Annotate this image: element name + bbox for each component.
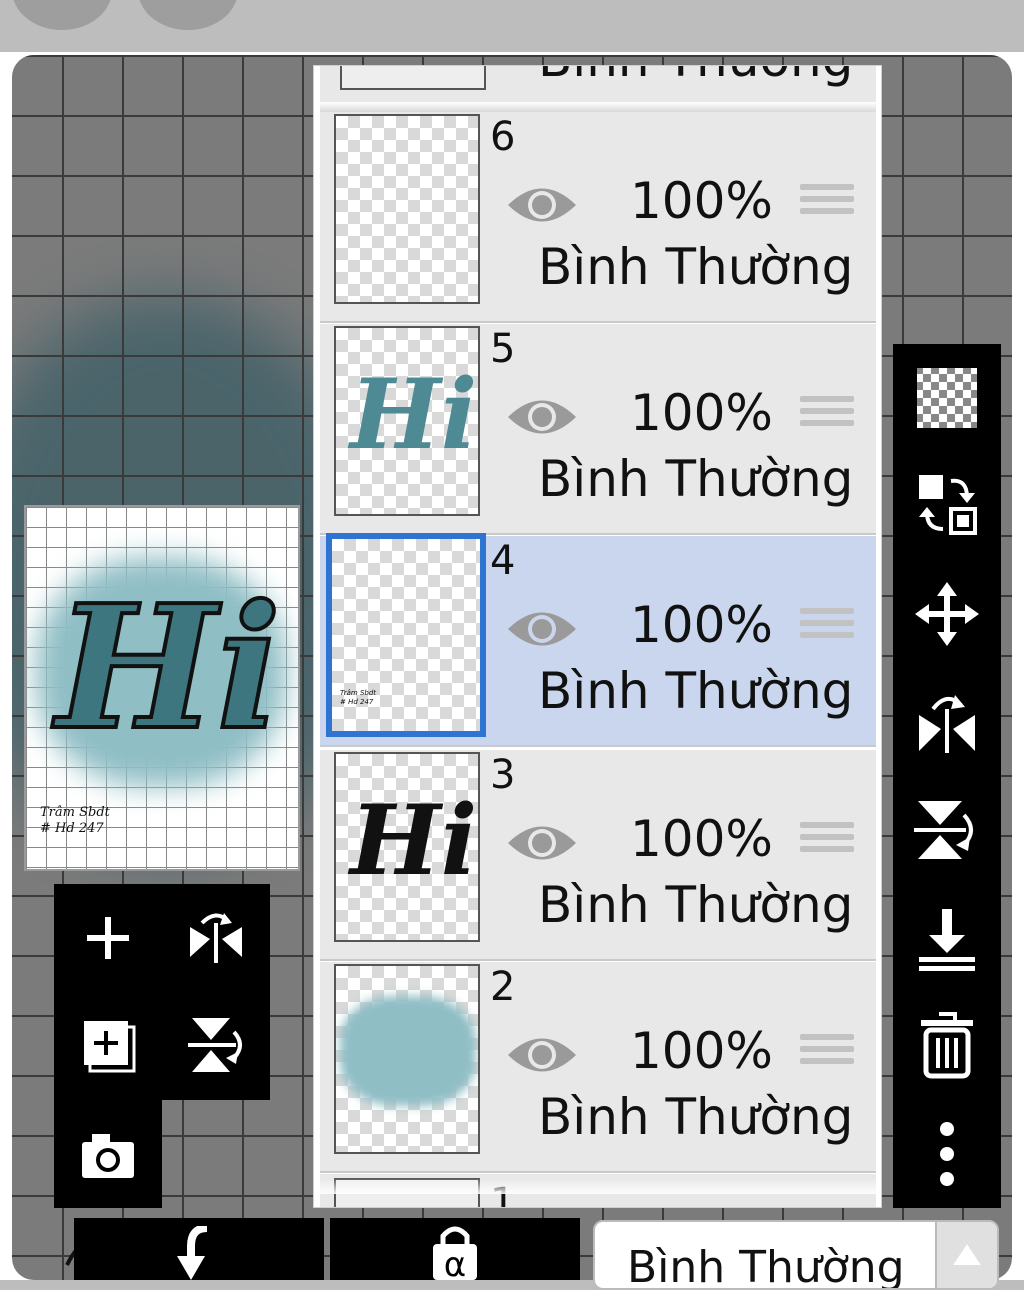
layer-blend-mode: Bình Thường: [538, 1088, 854, 1146]
layer-opacity[interactable]: 100%: [630, 810, 773, 868]
layers-panel: Bình Thường 6 100% Bình Thường Hi 5 100%…: [313, 65, 882, 1208]
flip-horizontal-button-right[interactable]: [907, 682, 987, 762]
alpha-lock-icon: α: [433, 1226, 477, 1280]
clipping-button[interactable]: [74, 1218, 324, 1280]
trash-icon: [921, 1012, 973, 1079]
svg-text:α: α: [444, 1245, 466, 1280]
move-button[interactable]: [907, 574, 987, 654]
layer-opacity[interactable]: 100%: [630, 384, 773, 442]
layer-thumbnail: Hi: [334, 752, 480, 942]
layer-number: 6: [490, 114, 516, 160]
layer-row-5[interactable]: Hi 5 100% Bình Thường: [320, 324, 876, 535]
drag-handle-icon[interactable]: [800, 1034, 854, 1070]
transparency-button[interactable]: [907, 358, 987, 438]
svg-text:Hi: Hi: [347, 358, 477, 471]
merge-down-button[interactable]: [907, 898, 987, 978]
delete-layer-button[interactable]: [907, 1006, 987, 1086]
layer-blend-mode: Bình Thường: [538, 238, 854, 296]
top-bar: [0, 0, 1024, 52]
drag-handle-icon[interactable]: [800, 608, 854, 644]
layer-blend-mode: Bình Thường: [538, 876, 854, 934]
layer-number: 5: [490, 326, 516, 372]
drag-handle-icon[interactable]: [800, 396, 854, 432]
eye-icon[interactable]: [506, 1030, 578, 1080]
flip-vertical-button[interactable]: [181, 1010, 251, 1080]
canvas-preview: Hi Trâm Sbdt # Hd 247: [24, 505, 300, 871]
preview-signature: Trâm Sbdt # Hd 247: [40, 805, 110, 836]
duplicate-layer-button[interactable]: [73, 1010, 143, 1080]
merge-down-icon: [919, 909, 975, 971]
drag-handle-icon[interactable]: [800, 822, 854, 858]
blend-mode-value: Bình Thường: [627, 1242, 905, 1290]
more-icon: [940, 1122, 954, 1186]
eye-icon[interactable]: [506, 604, 578, 654]
swap-layer-button[interactable]: [907, 466, 987, 546]
flip-horizontal-button[interactable]: [181, 903, 251, 973]
layer-number: 2: [490, 964, 516, 1010]
svg-text:Hi: Hi: [52, 568, 281, 762]
alpha-lock-button[interactable]: α: [330, 1218, 580, 1280]
top-button-left[interactable]: [12, 0, 112, 30]
flip-horizontal-icon: [919, 695, 975, 753]
move-icon: [915, 582, 979, 646]
right-tool-column: [893, 344, 1001, 1208]
add-layer-icon: [84, 1021, 136, 1073]
flip-horizontal-icon: [190, 913, 242, 963]
top-button-right[interactable]: [138, 0, 238, 30]
eye-icon[interactable]: [506, 392, 578, 442]
layer-opacity[interactable]: 100%: [630, 1022, 773, 1080]
layer-thumbnail: Trâm Sbdt # Hd 247: [326, 533, 486, 737]
layer-thumbnail: Hi: [334, 326, 480, 516]
plus-icon: [87, 917, 129, 959]
preview-hi-text: Hi: [50, 566, 283, 762]
clip-arrow-icon: [177, 1226, 208, 1280]
layer-row-4[interactable]: Trâm Sbdt # Hd 247 4 100% Bình Thường: [320, 533, 876, 747]
camera-icon: [82, 1134, 134, 1178]
more-options-button[interactable]: [907, 1114, 987, 1194]
layer-thumbnail: [334, 114, 480, 304]
eye-icon[interactable]: [506, 180, 578, 230]
layer-opacity[interactable]: 100%: [630, 172, 773, 230]
layer-row-2[interactable]: 2 100% Bình Thường: [320, 962, 876, 1173]
layer-number: 4: [490, 538, 516, 584]
layer-blend-mode: Bình Thường: [538, 450, 854, 508]
add-layer-button[interactable]: [73, 903, 143, 973]
eye-icon[interactable]: [506, 818, 578, 868]
layer-number: 3: [490, 752, 516, 798]
layer-row-partial-top[interactable]: Bình Thường: [320, 66, 876, 104]
transparency-icon: [917, 368, 977, 428]
drag-handle-icon[interactable]: [800, 184, 854, 220]
swap-icon: [919, 475, 977, 535]
layer-thumbnail: [334, 964, 480, 1154]
svg-text:Hi: Hi: [347, 784, 477, 897]
flip-vertical-icon: [914, 801, 973, 859]
layer-blend-mode: Bình Thường: [538, 662, 854, 720]
layer-blend-mode: Bình Thường: [538, 66, 853, 88]
layer-opacity[interactable]: 100%: [630, 596, 773, 654]
flip-vertical-icon: [188, 1018, 242, 1072]
layer-row-3[interactable]: Hi 3 100% Bình Thường: [320, 750, 876, 961]
layer-row-6[interactable]: 6 100% Bình Thường: [320, 112, 876, 323]
camera-button[interactable]: [73, 1120, 143, 1190]
flip-vertical-button-right[interactable]: [907, 790, 987, 870]
